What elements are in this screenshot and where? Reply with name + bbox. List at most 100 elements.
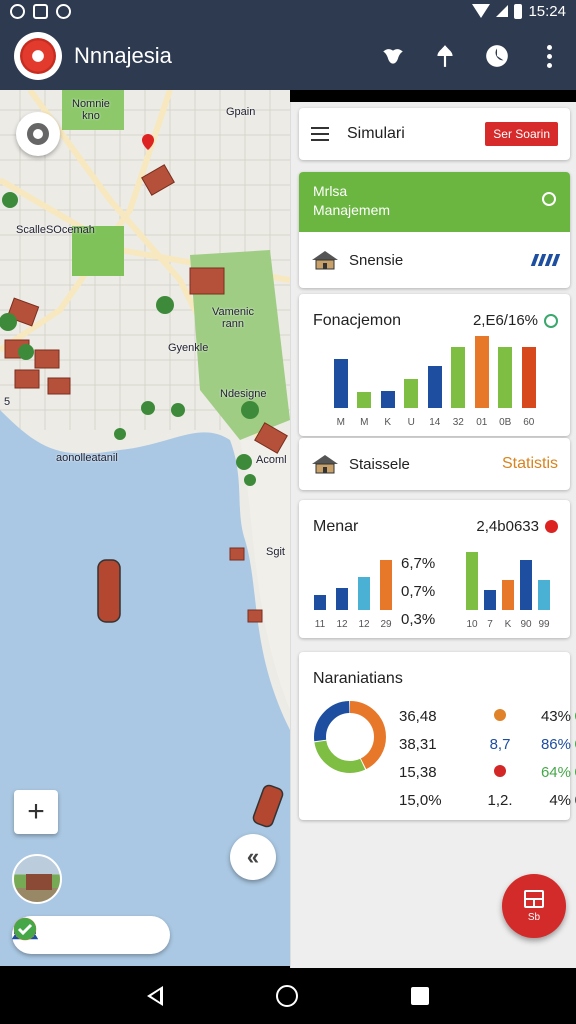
narrations-row[interactable]: 38,31 8,7 86% xyxy=(399,730,576,758)
narrations-value: 15,38 xyxy=(399,763,437,781)
status-bar: 15:24 xyxy=(0,0,576,22)
function-value: 2,E6/16% xyxy=(472,312,538,329)
management-header[interactable]: Mrlsa Manajemem xyxy=(299,172,570,232)
menar-card[interactable]: Menar 2,4b0633 11 12 12 29 6,7% 0,7% 0,3% 1… xyxy=(299,500,570,638)
narrations-value: 15,0% xyxy=(399,791,442,809)
map-label-gyenkle: Gyenkle xyxy=(168,342,209,354)
map-label-scaile: ScalleSOcemah xyxy=(16,224,95,236)
settings-gear-icon[interactable] xyxy=(16,112,60,156)
hut-icon xyxy=(312,455,338,474)
chart-tick-label: M xyxy=(336,417,345,428)
tent-icon[interactable] xyxy=(12,917,86,948)
narrations-percent: 43% xyxy=(531,708,576,725)
function-chart-card[interactable]: Fonacjemon 2,E6/16% M M K U 14 32 01 0B 60 xyxy=(299,294,570,436)
chart-tick-label: 32 xyxy=(452,417,464,428)
battery-icon xyxy=(514,3,523,19)
recent-apps-icon[interactable] xyxy=(411,987,430,1005)
pin-icon[interactable] xyxy=(432,43,458,69)
narrations-row[interactable]: 15,38 64% xyxy=(399,758,576,786)
hut-icon xyxy=(312,251,338,270)
narrations-value: 36,48 xyxy=(399,707,437,725)
chart-tick-label: 7 xyxy=(487,619,493,630)
menar-title: Menar xyxy=(313,518,359,535)
map-label-park: Nomnie kno xyxy=(72,98,110,122)
map-label-acom: Acoml xyxy=(256,454,287,466)
half-circle-icon[interactable] xyxy=(484,43,510,69)
narrations-percent: 64% xyxy=(531,764,576,781)
back-icon[interactable] xyxy=(146,986,163,1006)
narrations-title: Naraniatians xyxy=(313,670,403,687)
chart-tick-label: K xyxy=(384,417,392,428)
palette-icon[interactable] xyxy=(13,917,122,948)
chart-bar xyxy=(498,347,513,408)
signal-icon xyxy=(496,5,509,17)
menar-bars-left xyxy=(309,560,397,610)
chart-bar xyxy=(357,392,372,408)
chart-bar xyxy=(484,590,496,610)
menar-pct: 6,7% xyxy=(401,555,436,572)
statistics-card[interactable]: Staissele Statistis xyxy=(299,438,570,490)
more-vert-icon[interactable] xyxy=(536,43,562,69)
menar-pct: 0,7% xyxy=(401,583,436,600)
chart-bar xyxy=(404,379,419,408)
narrations-card[interactable]: Naraniatians 36,48 43% 38,31 8,7 86% 15,38 64%… xyxy=(299,652,576,820)
chart-tick-label: U xyxy=(407,417,415,428)
chart-bar xyxy=(466,552,478,610)
management-row[interactable]: Snensie xyxy=(299,232,570,288)
narrations-donut-chart xyxy=(314,701,386,773)
search-button[interactable]: Ser Soarin xyxy=(485,122,558,146)
side-panel: Simulari Ser Soarin Mrlsa Manajemem Snen… xyxy=(290,102,576,968)
menu-icon[interactable] xyxy=(311,127,329,141)
management-title-line1: Mrlsa xyxy=(313,183,348,199)
chart-tick-label: 12 xyxy=(336,619,348,630)
dashboard-fab[interactable]: Sb xyxy=(502,874,566,938)
check-circle-icon[interactable] xyxy=(14,918,157,948)
menar-ticks-left: 11 12 12 29 xyxy=(309,619,397,630)
fab-label: Sb xyxy=(527,911,541,923)
map-view[interactable]: Nomnie kno Gpain ScalleSOcemah Vamenic r… xyxy=(0,90,290,966)
legend-dot-icon xyxy=(494,764,506,777)
map-label-ndesign: Ndesigne xyxy=(220,388,267,400)
statistics-label: Staissele xyxy=(349,455,410,473)
chart-bar xyxy=(333,359,348,408)
zoom-in-button[interactable]: + xyxy=(14,790,58,834)
map-label-vamenic: Vamenic rann xyxy=(212,306,254,330)
menar-ticks-right: 10 7 K 90 99 xyxy=(463,619,553,630)
refresh-icon[interactable] xyxy=(544,313,558,328)
simulation-label: Simulari xyxy=(347,125,405,142)
wifi-icon xyxy=(472,4,491,18)
status-time: 15:24 xyxy=(528,2,566,20)
bird-icon[interactable] xyxy=(380,43,406,69)
chart-bar xyxy=(451,347,466,408)
map-label-five: 5 xyxy=(4,396,11,408)
chart-bar xyxy=(521,347,536,408)
home-icon[interactable] xyxy=(275,985,298,1007)
chart-tick-label: 11 xyxy=(314,619,326,630)
red-dot-icon xyxy=(545,520,558,533)
map-toolbar xyxy=(12,916,170,954)
simulation-card: Simulari Ser Soarin xyxy=(299,108,570,160)
management-card: Mrlsa Manajemem Snensie xyxy=(299,172,570,288)
narrations-row[interactable]: 15,0% 1,2. 4% xyxy=(399,786,576,814)
narrations-value: 38,31 xyxy=(399,735,437,753)
location-thumbnail[interactable] xyxy=(12,854,62,904)
chart-bar xyxy=(520,560,532,610)
chart-bar xyxy=(502,580,514,610)
management-row-label: Snensie xyxy=(349,251,404,269)
map-label-gpain: Gpain xyxy=(226,106,256,118)
chart-tick-label: 90 xyxy=(520,619,532,630)
narrations-percent: 86% xyxy=(531,736,576,753)
chart-tick-label: 0B xyxy=(499,417,512,428)
map-label-aonolle: aonolleatanil xyxy=(56,452,118,464)
app-logo[interactable] xyxy=(14,32,62,80)
collapse-panel-button[interactable]: « xyxy=(230,834,276,880)
narrations-percent: 4% xyxy=(531,792,576,809)
chat-icon xyxy=(56,3,71,19)
narrations-row[interactable]: 36,48 43% xyxy=(399,702,576,730)
statistics-link[interactable]: Statistis xyxy=(502,455,558,473)
map-label-sgit: Sgit xyxy=(266,546,285,558)
chart-tick-label: 12 xyxy=(358,619,370,630)
check-outline-icon[interactable] xyxy=(542,192,556,206)
chart-tick-label: 01 xyxy=(476,417,488,428)
notification-icon xyxy=(10,3,25,19)
